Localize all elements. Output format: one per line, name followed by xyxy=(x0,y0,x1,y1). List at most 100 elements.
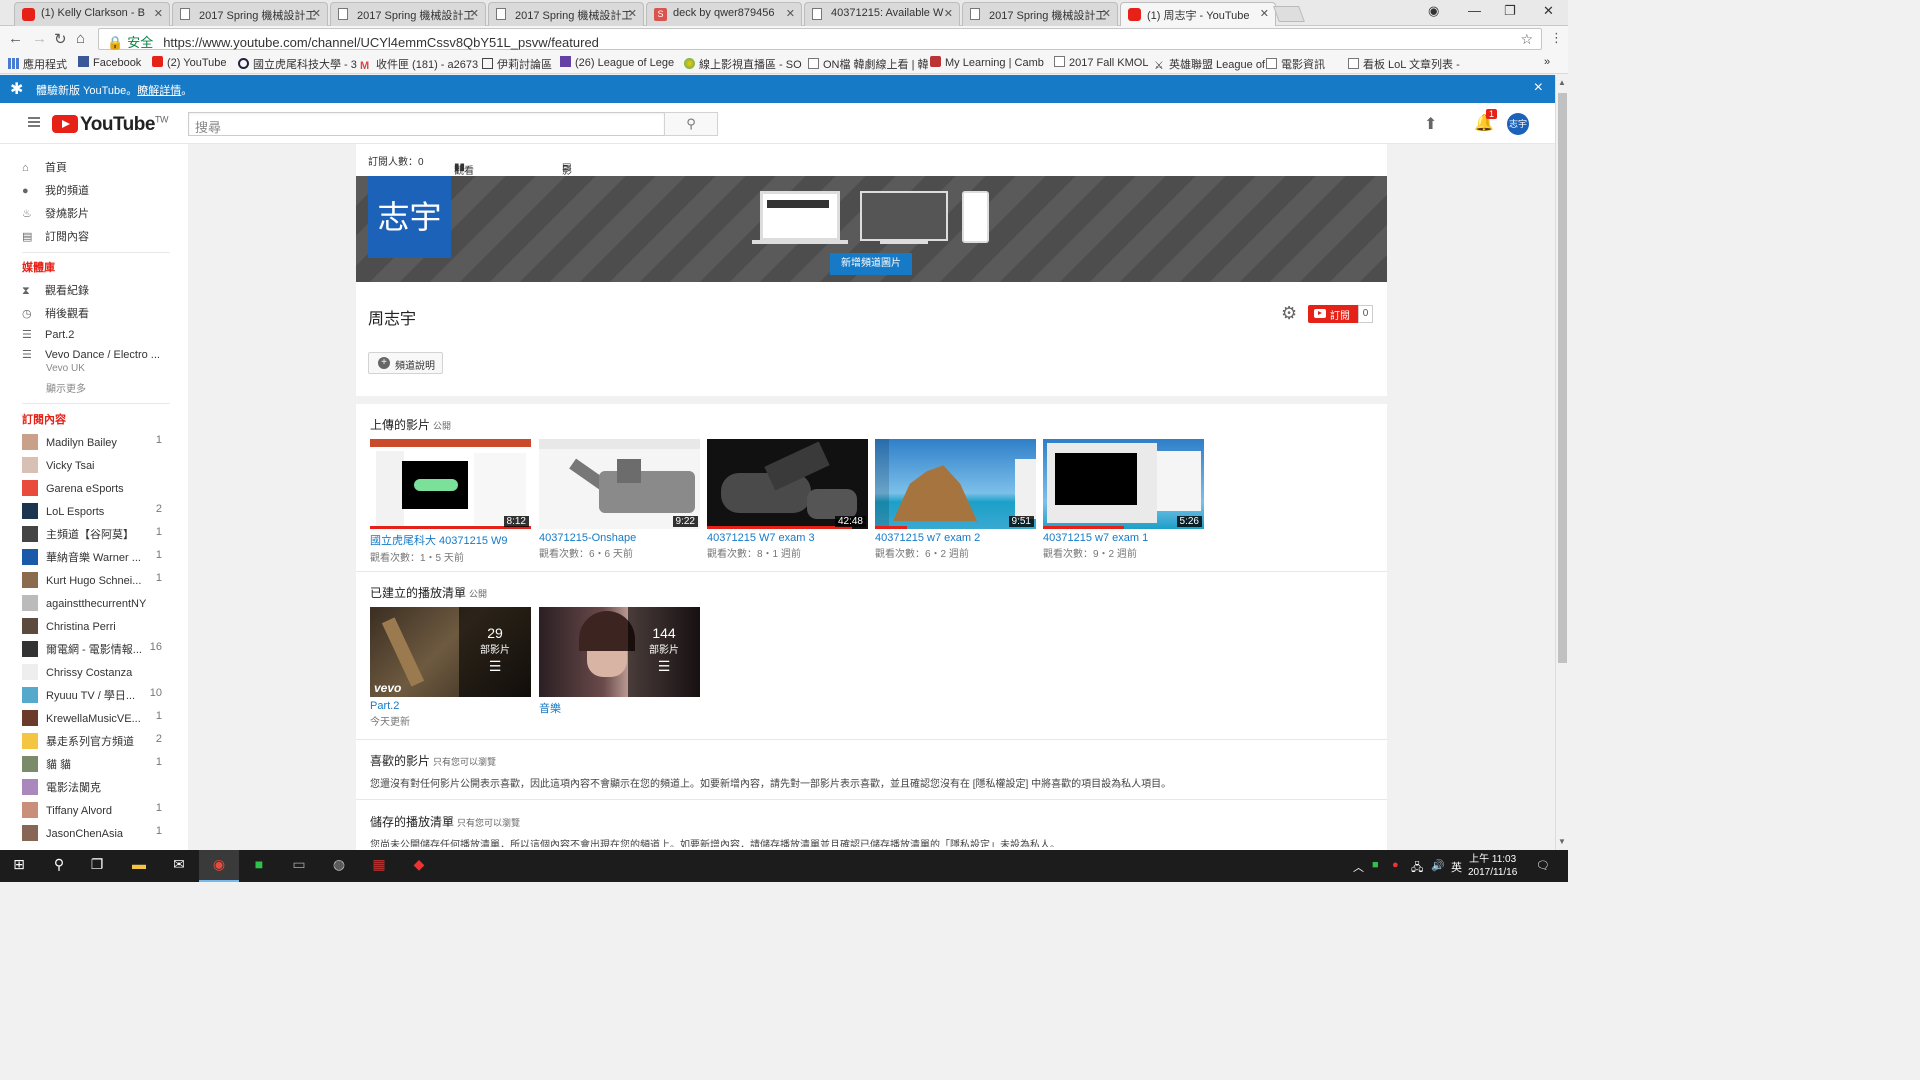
game-app-icon[interactable]: ▦ xyxy=(368,856,390,876)
scrollbar-thumb[interactable] xyxy=(1558,93,1567,663)
playlists-section-title[interactable]: 已建立的播放清單 公開 xyxy=(370,584,487,601)
playlist-card[interactable]: vevo 29 部影片 ☰ Part.2 今天更新 xyxy=(370,607,531,728)
liked-section-title[interactable]: 喜歡的影片 只有您可以瀏覽 xyxy=(370,752,496,769)
bookmark-item[interactable]: 伊莉討論區 xyxy=(482,56,552,72)
bookmark-item[interactable]: 線上影視直播區 - SO xyxy=(684,56,802,72)
uploads-section-title[interactable]: 上傳的影片 公開 xyxy=(370,416,451,433)
line-app-icon[interactable]: ■ xyxy=(248,856,270,876)
browser-tab[interactable]: (1) Kelly Clarkson - B ✕ xyxy=(14,2,170,26)
bookmark-item[interactable]: Facebook xyxy=(78,56,141,69)
bookmark-item[interactable]: 電影資訊 xyxy=(1266,56,1325,72)
tab-close-icon[interactable]: ✕ xyxy=(470,7,479,20)
tab-close-icon[interactable]: ✕ xyxy=(944,7,953,20)
video-card[interactable]: 42:48 40371215 W7 exam 3 觀看次數：8・1 週前 xyxy=(707,439,868,560)
show-more-link[interactable]: 顯示更多 xyxy=(46,380,86,395)
reload-icon[interactable]: ↻ xyxy=(54,30,67,48)
search-button[interactable]: ⚲ xyxy=(664,112,718,136)
action-center-icon[interactable]: 🗨 xyxy=(1536,859,1550,872)
network-icon[interactable]: 🖧 xyxy=(1411,859,1423,878)
forward-arrow-icon[interactable]: → xyxy=(32,30,47,47)
guide-item-history[interactable]: ⧗ 觀看紀錄 xyxy=(22,282,172,298)
url-text[interactable]: https://www.youtube.com/channel/UCYl4emm… xyxy=(163,35,599,50)
browser-tab[interactable]: 2017 Spring 機械設計工 ✕ xyxy=(962,2,1118,26)
omnibox[interactable]: 🔒 安全 https://www.youtube.com/channel/UCYl4… xyxy=(98,28,1542,50)
menu-hamburger-icon[interactable] xyxy=(28,117,40,127)
browser-tab[interactable]: 2017 Spring 機械設計工 ✕ xyxy=(330,2,486,26)
tab-close-icon[interactable]: ✕ xyxy=(1260,7,1269,20)
windows-start-icon[interactable]: ⊞ xyxy=(8,856,30,876)
guide-subscription-item[interactable]: Vicky Tsai xyxy=(22,457,172,473)
close-window-icon[interactable]: ✕ xyxy=(1543,3,1554,19)
bookmark-item[interactable]: 2017 Fall KMOL xyxy=(1054,56,1148,69)
bookmark-star-icon[interactable]: ☆ xyxy=(1520,31,1533,48)
bookmark-item[interactable]: ⚔ 英雄聯盟 League of L xyxy=(1154,56,1274,72)
menu-dots-icon[interactable]: ⋮ xyxy=(1550,30,1563,46)
guide-item-trending[interactable]: ♨ 發燒影片 xyxy=(22,205,172,221)
guide-subscription-item[interactable]: 貓 貓 1 xyxy=(22,756,172,772)
youtube-logo[interactable]: YouTubeTW xyxy=(52,114,168,136)
video-title[interactable]: 國立虎尾科大 40371215 W9 xyxy=(370,532,531,548)
bookmarks-overflow-button[interactable]: » xyxy=(1544,56,1550,68)
playlist-card[interactable]: 144 部影片 ☰ 音樂 xyxy=(539,607,700,716)
guide-subscription-item[interactable]: Kurt Hugo Schnei... 1 xyxy=(22,572,172,588)
guide-subscription-item[interactable]: 電影法闌克 xyxy=(22,779,172,795)
page-scrollbar[interactable]: ▲ ▼ xyxy=(1555,75,1568,850)
app-icon[interactable]: ◆ xyxy=(408,856,430,876)
guide-subscription-item[interactable]: Ryuuu TV / 學日... 10 xyxy=(22,687,172,703)
bookmark-item[interactable]: 看板 LoL 文章列表 - xyxy=(1348,56,1460,72)
tab-close-icon[interactable]: ✕ xyxy=(628,7,637,20)
guide-item-playlist[interactable]: ☰ Vevo Dance / Electro ... xyxy=(22,348,172,361)
guide-subscription-item[interactable]: Madilyn Bailey 1 xyxy=(22,434,172,450)
guide-subscription-item[interactable]: 暴走系列官方頻道 2 xyxy=(22,733,172,749)
subscriptions-heading[interactable]: 訂閱內容 xyxy=(22,411,66,427)
bookmark-item[interactable]: 國立虎尾科技大學 - 3 xyxy=(238,56,357,72)
guide-item-watch-later[interactable]: ◷ 稍後觀看 xyxy=(22,305,172,321)
gear-icon[interactable]: ⚙ xyxy=(1281,303,1297,324)
scroll-down-icon[interactable]: ▼ xyxy=(1558,837,1566,846)
guide-subscription-item[interactable]: 華納音樂 Warner ... 1 xyxy=(22,549,172,565)
home-icon[interactable]: ⌂ xyxy=(76,30,85,47)
close-notice-icon[interactable]: × xyxy=(1534,79,1543,97)
bookmark-item[interactable]: (2) YouTube xyxy=(152,56,227,69)
guide-item-subscriptions[interactable]: ▤ 訂閱內容 xyxy=(22,228,172,244)
video-title[interactable]: 40371215 w7 exam 1 xyxy=(1043,532,1204,544)
browser-tab-active[interactable]: (1) 周志宇 - YouTube ✕ xyxy=(1120,2,1276,27)
guide-subscription-item[interactable]: LoL Esports 2 xyxy=(22,503,172,519)
guide-item-playlist[interactable]: ☰ Part.2 xyxy=(22,328,172,341)
system-clock[interactable]: 上午 11:03 2017/11/16 xyxy=(1468,853,1517,879)
antivirus-tray-icon[interactable]: ● xyxy=(1392,859,1399,871)
minimize-icon[interactable]: — xyxy=(1468,3,1481,18)
bookmark-item[interactable]: (26) League of Lege xyxy=(560,56,674,69)
video-title[interactable]: 40371215-Onshape xyxy=(539,532,700,544)
browser-tab[interactable]: Sdeck by qwer879456 ✕ xyxy=(646,2,802,26)
bookmark-item[interactable]: M 收件匣 (181) - a2673 xyxy=(360,56,478,72)
guide-item-my-channel[interactable]: ● 我的頻道 xyxy=(22,182,172,198)
terminal-icon[interactable]: ▭ xyxy=(288,856,310,876)
search-icon[interactable]: ⚲ xyxy=(48,856,70,876)
tray-expand-icon[interactable]: ︿ xyxy=(1353,859,1364,875)
learn-more-link[interactable]: 瞭解詳情 xyxy=(137,85,181,97)
video-thumbnail[interactable]: 42:48 xyxy=(707,439,868,529)
scroll-up-icon[interactable]: ▲ xyxy=(1558,78,1566,87)
add-channel-art-button[interactable]: 新增頻道圖片 xyxy=(830,253,912,275)
tab-close-icon[interactable]: ✕ xyxy=(312,7,321,20)
tab-close-icon[interactable]: ✕ xyxy=(154,7,163,20)
bookmark-apps[interactable]: 應用程式 xyxy=(8,56,67,72)
playlist-thumbnail[interactable]: 144 部影片 ☰ xyxy=(539,607,700,697)
video-thumbnail[interactable]: 5:26 xyxy=(1043,439,1204,529)
back-arrow-icon[interactable]: ← xyxy=(8,30,23,47)
subscribe-button[interactable]: 訂閱 xyxy=(1308,305,1358,323)
playlist-title[interactable]: 音樂 xyxy=(539,700,700,716)
guide-subscription-item[interactable]: 主頻道【谷阿莫】 1 xyxy=(22,526,172,542)
guide-subscription-item[interactable]: KrewellaMusicVE... 1 xyxy=(22,710,172,726)
channel-avatar[interactable]: 志宇 xyxy=(368,176,451,258)
tab-close-icon[interactable]: ✕ xyxy=(786,7,795,20)
profile-icon[interactable]: ◉ xyxy=(1428,3,1439,19)
video-thumbnail[interactable]: 9:22 xyxy=(539,439,700,529)
video-thumbnail[interactable]: 8:12 xyxy=(370,439,531,529)
video-card[interactable]: 9:22 40371215-Onshape 觀看次數：6・6 天前 xyxy=(539,439,700,560)
guide-subscription-item[interactable]: Chrissy Costanza xyxy=(22,664,172,680)
guide-item-home[interactable]: ⌂ 首頁 xyxy=(22,159,172,175)
volume-icon[interactable]: 🔊 xyxy=(1431,859,1445,872)
video-card[interactable]: 8:12 國立虎尾科大 40371215 W9 觀看次數：1・5 天前 xyxy=(370,439,531,564)
